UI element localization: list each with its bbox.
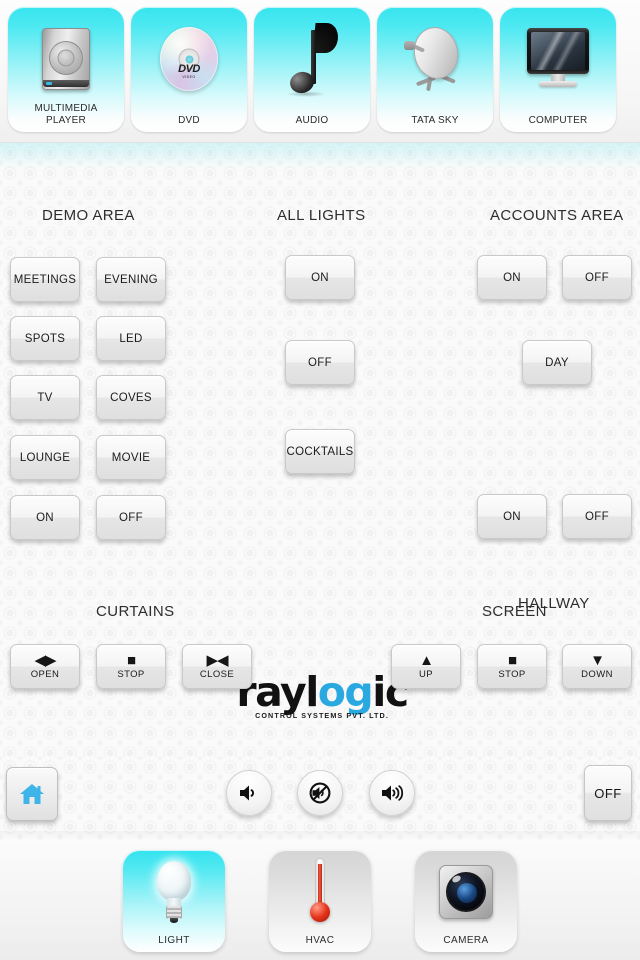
hallway-button-off[interactable]: OFF bbox=[562, 494, 632, 539]
demo-area-button-on[interactable]: ON bbox=[10, 495, 80, 540]
logo-word-highlight: og bbox=[317, 668, 374, 716]
home-button[interactable] bbox=[6, 767, 58, 821]
logo-tagline: CONTROL SYSTEMS PVT. LTD. bbox=[255, 711, 389, 720]
screen-button-up-label: UP bbox=[419, 668, 433, 680]
volume-up-button[interactable] bbox=[369, 770, 415, 816]
demo-area-button-coves[interactable]: COVES bbox=[96, 375, 166, 420]
section-title-screen: SCREEN bbox=[482, 603, 547, 620]
demo-area-button-off[interactable]: OFF bbox=[96, 495, 166, 540]
device-tile-tata-sky[interactable]: TATA SKY bbox=[377, 7, 493, 132]
bottom-navigation-bar: LIGHT HVAC CAMERA bbox=[0, 840, 640, 960]
curtain-close-icon: ▶◀ bbox=[206, 651, 228, 669]
monitor-icon bbox=[500, 15, 616, 103]
device-tile-computer[interactable]: COMPUTER bbox=[500, 7, 616, 132]
stop-square-icon: ■ bbox=[507, 651, 517, 669]
curtains-button-close[interactable]: ▶◀ CLOSE bbox=[182, 644, 252, 689]
accounts-area-button-off[interactable]: OFF bbox=[562, 255, 632, 300]
device-tile-label: MULTIMEDIA PLAYER bbox=[34, 103, 98, 126]
curtains-button-close-label: CLOSE bbox=[199, 668, 235, 680]
device-tile-label: COMPUTER bbox=[528, 114, 588, 126]
screen-button-down-label: DOWN bbox=[581, 668, 613, 680]
demo-area-button-led[interactable]: LED bbox=[96, 316, 166, 361]
volume-down-icon bbox=[240, 785, 255, 801]
screen-button-up[interactable]: ▲ UP bbox=[391, 644, 461, 689]
nav-tile-label: HVAC bbox=[305, 935, 335, 946]
curtain-open-icon: ◀▶ bbox=[34, 651, 56, 669]
section-title-accounts-area: ACCOUNTS AREA bbox=[490, 207, 624, 224]
all-lights-button-cocktails[interactable]: COCKTAILS bbox=[285, 429, 355, 474]
accounts-area-button-day[interactable]: DAY bbox=[522, 340, 592, 385]
device-tile-label: DVD bbox=[178, 114, 200, 126]
all-lights-button-on[interactable]: ON bbox=[285, 255, 355, 300]
device-tile-label: TATA SKY bbox=[411, 114, 459, 126]
volume-down-button[interactable] bbox=[226, 770, 272, 816]
device-tile-multimedia-player[interactable]: MULTIMEDIA PLAYER bbox=[8, 7, 124, 132]
light-bulb-icon bbox=[123, 854, 225, 930]
screen-button-down[interactable]: ▼ DOWN bbox=[562, 644, 632, 689]
demo-area-button-meetings[interactable]: MEETINGS bbox=[10, 257, 80, 302]
demo-area-button-spots[interactable]: SPOTS bbox=[10, 316, 80, 361]
screen-button-stop-label: STOP bbox=[498, 668, 526, 680]
dvd-disc-icon: DVD VIDEO bbox=[131, 15, 247, 103]
main-control-panel: DEMO AREA MEETINGS EVENING SPOTS LED TV … bbox=[0, 143, 640, 757]
device-source-bar: MULTIMEDIA PLAYER DVD VIDEO DVD AUDIO TA… bbox=[0, 0, 640, 143]
accounts-area-button-on[interactable]: ON bbox=[477, 255, 547, 300]
nav-tile-camera[interactable]: CAMERA bbox=[415, 850, 517, 952]
device-tile-audio[interactable]: AUDIO bbox=[254, 7, 370, 132]
arrow-down-icon: ▼ bbox=[590, 651, 605, 669]
screen-button-stop[interactable]: ■ STOP bbox=[477, 644, 547, 689]
home-icon bbox=[20, 784, 44, 804]
brand-logo: raylogic CONTROL SYSTEMS PVT. LTD. bbox=[232, 671, 412, 727]
all-lights-button-off[interactable]: OFF bbox=[285, 340, 355, 385]
curtains-button-stop-label: STOP bbox=[117, 668, 145, 680]
demo-area-button-evening[interactable]: EVENING bbox=[96, 257, 166, 302]
power-off-button[interactable]: OFF bbox=[584, 765, 632, 821]
curtains-button-stop[interactable]: ■ STOP bbox=[96, 644, 166, 689]
curtains-button-open[interactable]: ◀▶ OPEN bbox=[10, 644, 80, 689]
nav-tile-label: CAMERA bbox=[443, 935, 489, 946]
nav-tile-label: LIGHT bbox=[158, 935, 190, 946]
satellite-dish-icon bbox=[377, 15, 493, 103]
volume-up-icon bbox=[382, 785, 404, 801]
camera-lens-icon bbox=[415, 854, 517, 930]
section-title-curtains: CURTAINS bbox=[96, 603, 175, 620]
curtains-button-open-label: OPEN bbox=[30, 668, 60, 680]
section-title-all-lights: ALL LIGHTS bbox=[277, 207, 366, 224]
nav-tile-light[interactable]: LIGHT bbox=[123, 850, 225, 952]
device-tile-dvd[interactable]: DVD VIDEO DVD bbox=[131, 7, 247, 132]
demo-area-button-movie[interactable]: MOVIE bbox=[96, 435, 166, 480]
hard-drive-icon bbox=[8, 15, 124, 103]
section-title-demo-area: DEMO AREA bbox=[42, 207, 135, 224]
music-note-icon bbox=[254, 15, 370, 103]
demo-area-button-lounge[interactable]: LOUNGE bbox=[10, 435, 80, 480]
demo-area-button-tv[interactable]: TV bbox=[10, 375, 80, 420]
stop-square-icon: ■ bbox=[126, 651, 136, 669]
thermometer-icon bbox=[269, 854, 371, 930]
nav-tile-hvac[interactable]: HVAC bbox=[269, 850, 371, 952]
bottom-toolbar: OFF bbox=[0, 757, 640, 840]
volume-mute-icon bbox=[309, 782, 331, 804]
hallway-button-on[interactable]: ON bbox=[477, 494, 547, 539]
arrow-up-icon: ▲ bbox=[419, 651, 434, 669]
mute-button[interactable] bbox=[297, 770, 343, 816]
device-tile-label: AUDIO bbox=[295, 114, 329, 126]
